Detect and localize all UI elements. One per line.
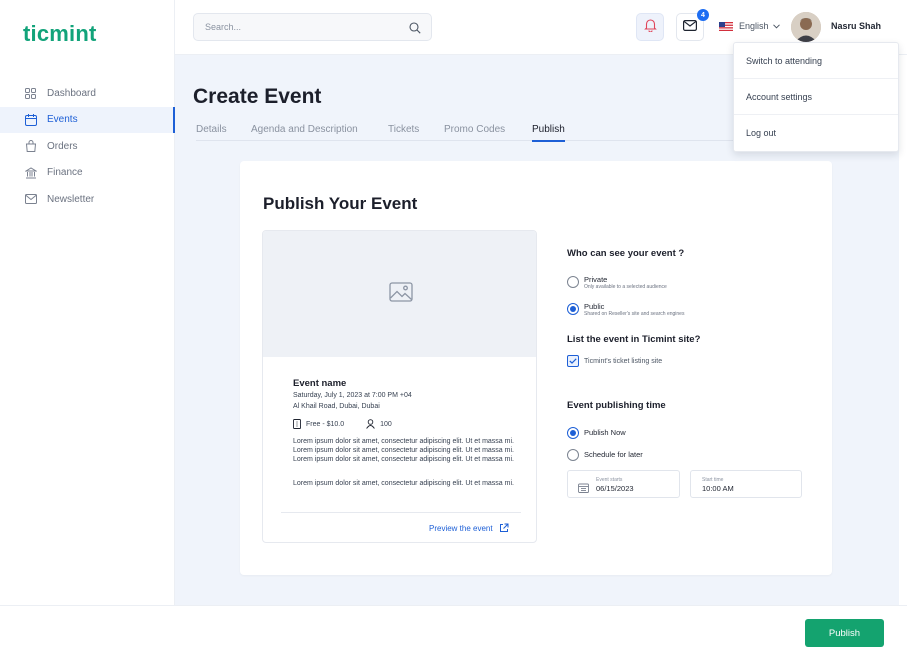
user-name[interactable]: Nasru Shah bbox=[831, 21, 881, 31]
listing-title: List the event in Ticmint site? bbox=[567, 334, 701, 345]
event-start-label: Event starts bbox=[596, 477, 623, 483]
sidebar-item-label: Newsletter bbox=[47, 193, 95, 205]
event-image-placeholder[interactable] bbox=[263, 231, 536, 357]
event-preview-card: Event name Saturday, July 1, 2023 at 7:0… bbox=[262, 230, 537, 543]
event-date: Saturday, July 1, 2023 at 7:00 PM +04 bbox=[293, 392, 412, 399]
preview-link-label: Preview the event bbox=[429, 523, 493, 533]
sidebar-item-orders[interactable]: Orders bbox=[0, 133, 175, 160]
ticket-icon bbox=[293, 419, 301, 429]
menu-item-switch-attending[interactable]: Switch to attending bbox=[734, 43, 898, 79]
sidebar-item-newsletter[interactable]: Newsletter bbox=[0, 186, 175, 213]
public-radio[interactable] bbox=[567, 303, 579, 315]
tab-tickets[interactable]: Tickets bbox=[388, 124, 419, 141]
tab-agenda[interactable]: Agenda and Description bbox=[251, 124, 358, 141]
search-icon[interactable] bbox=[409, 21, 421, 39]
listing-option[interactable]: Ticmint's ticket listing site bbox=[567, 355, 662, 367]
schedule-later-label: Schedule for later bbox=[584, 450, 643, 459]
sidebar-item-events[interactable]: Events bbox=[0, 106, 175, 133]
chevron-down-icon bbox=[772, 23, 780, 29]
schedule-later-option[interactable]: Schedule for later bbox=[567, 448, 643, 461]
calendar-icon bbox=[578, 480, 589, 498]
public-sublabel: Shared on Reseller's site and search eng… bbox=[584, 311, 685, 317]
sidebar-item-label: Finance bbox=[47, 167, 83, 179]
private-label: Private bbox=[584, 275, 608, 284]
notifications-button[interactable] bbox=[636, 13, 664, 41]
private-radio[interactable] bbox=[567, 276, 579, 288]
sidebar-item-finance[interactable]: Finance bbox=[0, 160, 175, 187]
event-location: Al Khail Road, Dubai, Dubai bbox=[293, 403, 380, 410]
timing-title: Event publishing time bbox=[567, 400, 666, 411]
publish-card: Publish Your Event Event name Saturday, … bbox=[240, 161, 832, 575]
tab-details[interactable]: Details bbox=[196, 124, 227, 141]
grid-icon bbox=[24, 87, 37, 100]
event-capacity: 100 bbox=[380, 420, 392, 428]
person-icon bbox=[366, 419, 375, 429]
public-label: Public bbox=[584, 302, 605, 311]
language-selector[interactable]: English bbox=[719, 21, 780, 31]
language-label: English bbox=[739, 21, 769, 31]
calendar-icon bbox=[24, 113, 37, 126]
us-flag-icon bbox=[719, 21, 733, 31]
avatar[interactable] bbox=[791, 12, 821, 42]
event-start-value: 06/15/2023 bbox=[596, 484, 634, 493]
image-icon bbox=[388, 281, 413, 307]
publish-now-option[interactable]: Publish Now bbox=[567, 426, 626, 439]
bell-icon bbox=[643, 18, 657, 37]
sidebar-nav: Dashboard Events Orders Finance Newslett… bbox=[0, 80, 175, 213]
publish-settings: Who can see your event ? Private Only av… bbox=[567, 161, 827, 575]
app-logo[interactable]: ticmint bbox=[23, 21, 97, 47]
sidebar-item-label: Dashboard bbox=[47, 87, 96, 99]
mail-icon bbox=[683, 18, 698, 36]
preview-event-link[interactable]: Preview the event bbox=[429, 523, 509, 533]
unread-badge: 4 bbox=[697, 9, 709, 21]
menu-item-logout[interactable]: Log out bbox=[734, 115, 898, 151]
search-box[interactable] bbox=[193, 13, 432, 41]
page-title: Create Event bbox=[193, 85, 322, 108]
publish-now-label: Publish Now bbox=[584, 428, 626, 437]
event-price: Free - $10.0 bbox=[306, 420, 345, 428]
publish-now-radio[interactable] bbox=[567, 427, 579, 439]
tab-publish[interactable]: Publish bbox=[532, 124, 565, 142]
publish-title: Publish Your Event bbox=[263, 194, 418, 213]
bank-icon bbox=[24, 166, 37, 179]
event-name: Event name bbox=[293, 378, 347, 389]
visibility-private-option[interactable]: Private Only available to a selected aud… bbox=[567, 275, 667, 291]
sidebar-item-dashboard[interactable]: Dashboard bbox=[0, 80, 175, 107]
bag-icon bbox=[24, 140, 37, 153]
start-time-value: 10:00 AM bbox=[702, 484, 734, 493]
footer-bar: Publish bbox=[0, 605, 907, 660]
publish-button[interactable]: Publish bbox=[805, 619, 884, 647]
visibility-public-option[interactable]: Public Shared on Reseller's site and sea… bbox=[567, 302, 684, 318]
envelope-icon bbox=[24, 193, 37, 206]
event-start-date-field[interactable]: Event starts 06/15/2023 bbox=[567, 470, 680, 498]
start-time-label: Start time bbox=[702, 477, 724, 483]
sidebar-item-label: Orders bbox=[47, 140, 78, 152]
messages-button[interactable]: 4 bbox=[676, 9, 709, 41]
private-sublabel: Only available to a selected audience bbox=[584, 284, 667, 290]
search-input[interactable] bbox=[205, 22, 395, 32]
event-meta: Free - $10.0 100 bbox=[293, 419, 392, 429]
listing-checkbox-label: Ticmint's ticket listing site bbox=[584, 357, 663, 365]
external-link-icon bbox=[499, 523, 509, 533]
listing-checkbox[interactable] bbox=[567, 355, 579, 367]
divider bbox=[281, 512, 521, 513]
event-description: Lorem ipsum dolor sit amet, consectetur … bbox=[293, 438, 514, 463]
menu-item-account-settings[interactable]: Account settings bbox=[734, 79, 898, 115]
sidebar-item-label: Events bbox=[47, 114, 78, 126]
sidebar: ticmint Dashboard Events Orders Finance bbox=[0, 0, 175, 660]
tab-promo-codes[interactable]: Promo Codes bbox=[444, 124, 505, 141]
user-menu-dropdown: Switch to attending Account settings Log… bbox=[733, 42, 899, 152]
visibility-title: Who can see your event ? bbox=[567, 248, 685, 259]
start-time-field[interactable]: Start time 10:00 AM bbox=[690, 470, 802, 498]
schedule-later-radio[interactable] bbox=[567, 449, 579, 461]
event-description-extra: Lorem ipsum dolor sit amet, consectetur … bbox=[293, 480, 514, 487]
